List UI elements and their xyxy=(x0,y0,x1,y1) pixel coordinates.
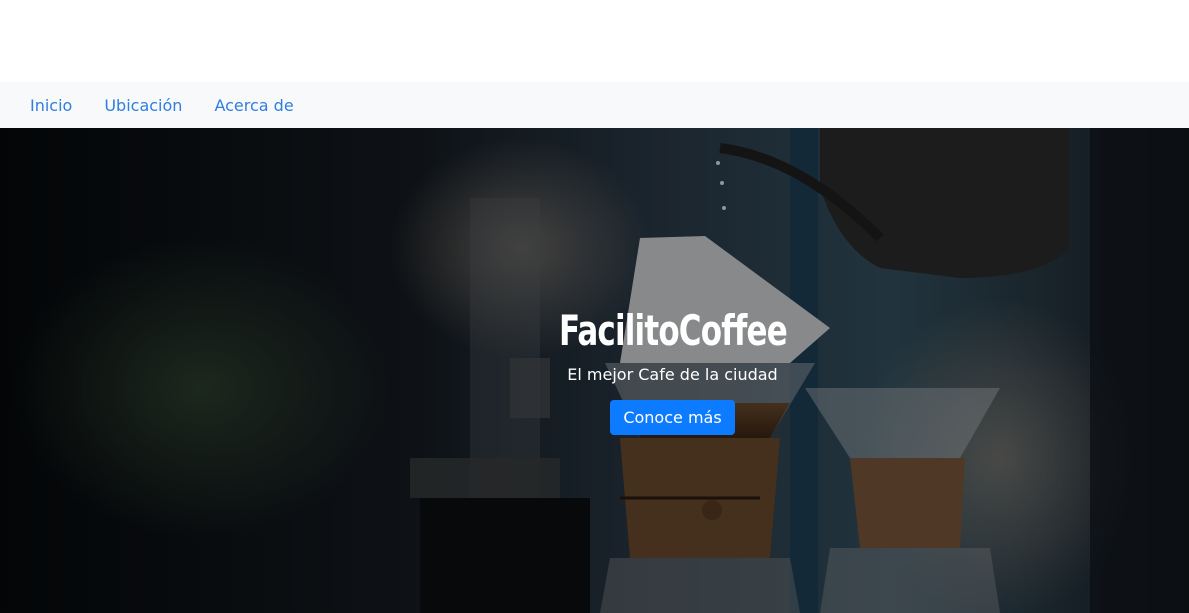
nav-link-ubicacion[interactable]: Ubicación xyxy=(104,96,182,115)
navbar: Inicio Ubicación Acerca de xyxy=(0,82,1189,128)
hero-subtitle: El mejor Cafe de la ciudad xyxy=(567,365,778,384)
hero-title: FacilitoCoffee xyxy=(558,306,788,355)
nav-link-acerca-de[interactable]: Acerca de xyxy=(214,96,293,115)
hero-section: FacilitoCoffee El mejor Cafe de la ciuda… xyxy=(0,128,1189,613)
conoce-mas-button[interactable]: Conoce más xyxy=(610,400,735,435)
hero-content: FacilitoCoffee El mejor Cafe de la ciuda… xyxy=(0,306,1189,435)
nav-link-inicio[interactable]: Inicio xyxy=(30,96,72,115)
header-spacer xyxy=(0,0,1189,82)
